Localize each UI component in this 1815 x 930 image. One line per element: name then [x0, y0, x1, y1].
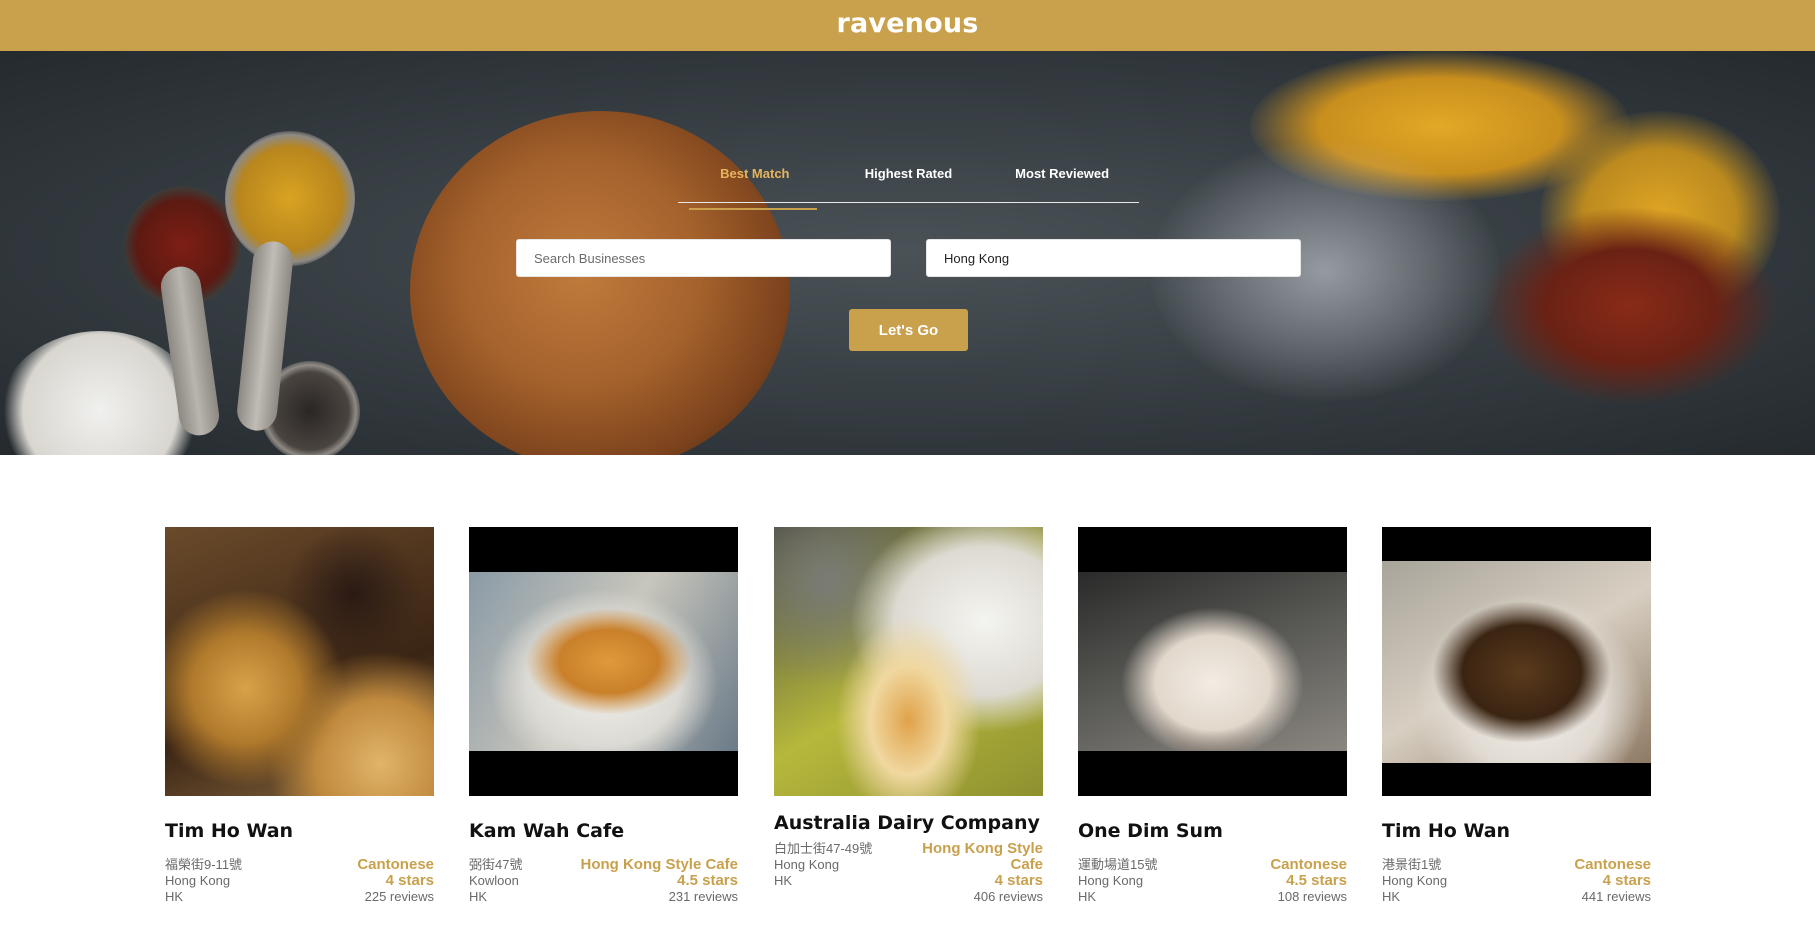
business-photo: [774, 527, 1043, 796]
business-photo: [165, 527, 434, 796]
business-category: Hong Kong Style Cafe: [922, 840, 1043, 873]
business-rating: 4.5 stars: [1286, 872, 1347, 889]
business-reviews: Cantonese 4.5 stars 108 reviews: [1167, 857, 1347, 905]
business-name: Kam Wah Cafe: [469, 820, 625, 842]
sort-option-most-reviewed[interactable]: Most Reviewed: [1012, 166, 1112, 202]
business-name: Australia Dairy Company: [774, 812, 1040, 834]
business-card[interactable]: Tim Ho Wan 港景街1號 Hong Kong HK Cantonese …: [1382, 527, 1651, 927]
business-review-count: 406 reviews: [973, 889, 1043, 904]
business-category: Cantonese: [1574, 856, 1651, 873]
business-photo: [469, 527, 738, 796]
app-logo: ravenous: [836, 8, 979, 39]
business-name: Tim Ho Wan: [1382, 820, 1511, 842]
search-location-input[interactable]: [926, 239, 1301, 277]
business-name: One Dim Sum: [1078, 820, 1223, 842]
sort-options: Best Match Highest Rated Most Reviewed: [678, 166, 1139, 210]
business-category: Hong Kong Style Cafe: [580, 856, 738, 873]
business-photo: [1078, 527, 1347, 796]
app-header: ravenous: [0, 0, 1815, 51]
search-term-input[interactable]: [516, 239, 891, 277]
sort-option-highest-rated[interactable]: Highest Rated: [858, 166, 958, 202]
business-rating: 4 stars: [1602, 872, 1651, 889]
business-review-count: 108 reviews: [1277, 889, 1347, 904]
business-review-count: 441 reviews: [1581, 889, 1651, 904]
business-category: Cantonese: [1270, 856, 1347, 873]
business-name: Tim Ho Wan: [165, 820, 294, 842]
business-photo: [1382, 527, 1651, 796]
business-card[interactable]: Kam Wah Cafe 弼街47號 Kowloon HK Hong Kong …: [469, 527, 738, 927]
business-review-count: 225 reviews: [364, 889, 434, 904]
business-reviews: Cantonese 4 stars 225 reviews: [254, 857, 434, 905]
business-reviews: Cantonese 4 stars 441 reviews: [1471, 857, 1651, 905]
search-bar-hero: Best Match Highest Rated Most Reviewed L…: [0, 51, 1815, 455]
business-rating: 4 stars: [385, 872, 434, 889]
business-reviews: Hong Kong Style Cafe 4 stars 406 reviews: [893, 841, 1043, 905]
business-rating: 4.5 stars: [677, 872, 738, 889]
business-category: Cantonese: [357, 856, 434, 873]
business-reviews: Hong Kong Style Cafe 4.5 stars 231 revie…: [558, 857, 738, 905]
business-card[interactable]: One Dim Sum 運動場道15號 Hong Kong HK Cantone…: [1078, 527, 1347, 927]
lets-go-button[interactable]: Let's Go: [849, 309, 968, 351]
business-rating: 4 stars: [994, 872, 1043, 889]
business-review-count: 231 reviews: [668, 889, 738, 904]
sort-option-best-match[interactable]: Best Match: [688, 166, 817, 210]
business-card[interactable]: Tim Ho Wan 福榮街9-11號 Hong Kong HK Cantone…: [165, 527, 434, 927]
business-card[interactable]: Australia Dairy Company 白加士街47-49號 Hong …: [774, 527, 1043, 927]
